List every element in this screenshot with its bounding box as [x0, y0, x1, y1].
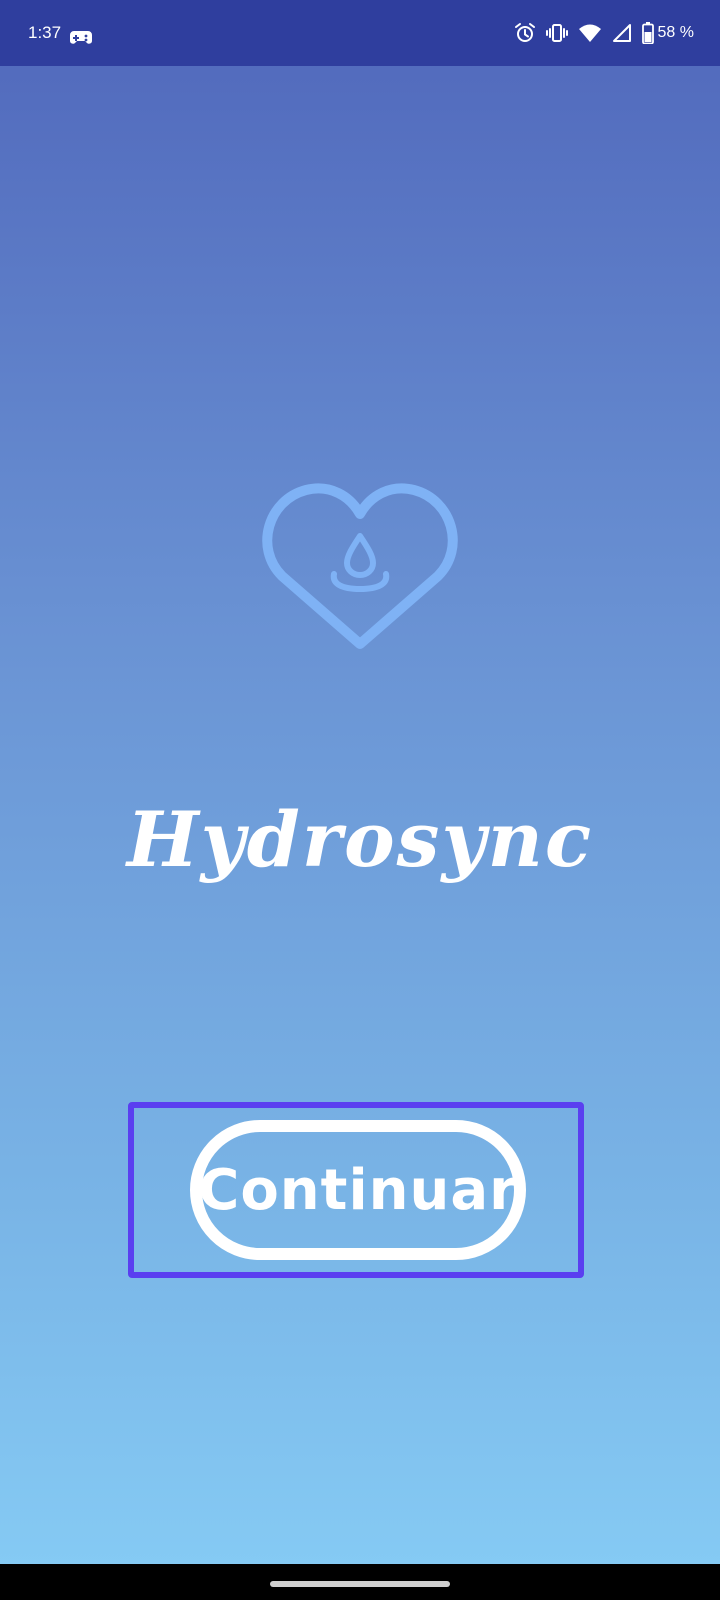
status-time: 1:37 [28, 23, 62, 42]
battery-percent: 58 % [657, 24, 694, 41]
home-gesture-handle[interactable] [270, 1581, 450, 1587]
heart-water-drop-icon [260, 482, 460, 662]
status-icons: 58 % [514, 22, 694, 44]
alarm-icon [514, 22, 536, 44]
battery-icon [641, 22, 654, 44]
splash-screen: 1:37 58 % Hydrosync Continuar [0, 0, 720, 1600]
continue-button[interactable]: Continuar [190, 1120, 526, 1260]
game-controller-icon [70, 28, 92, 46]
cell-signal-icon [612, 23, 632, 43]
app-title: Hydrosync [126, 795, 594, 884]
wifi-icon [578, 23, 602, 43]
vibrate-icon [545, 22, 568, 44]
status-bar: 1:37 58 % [0, 0, 720, 66]
